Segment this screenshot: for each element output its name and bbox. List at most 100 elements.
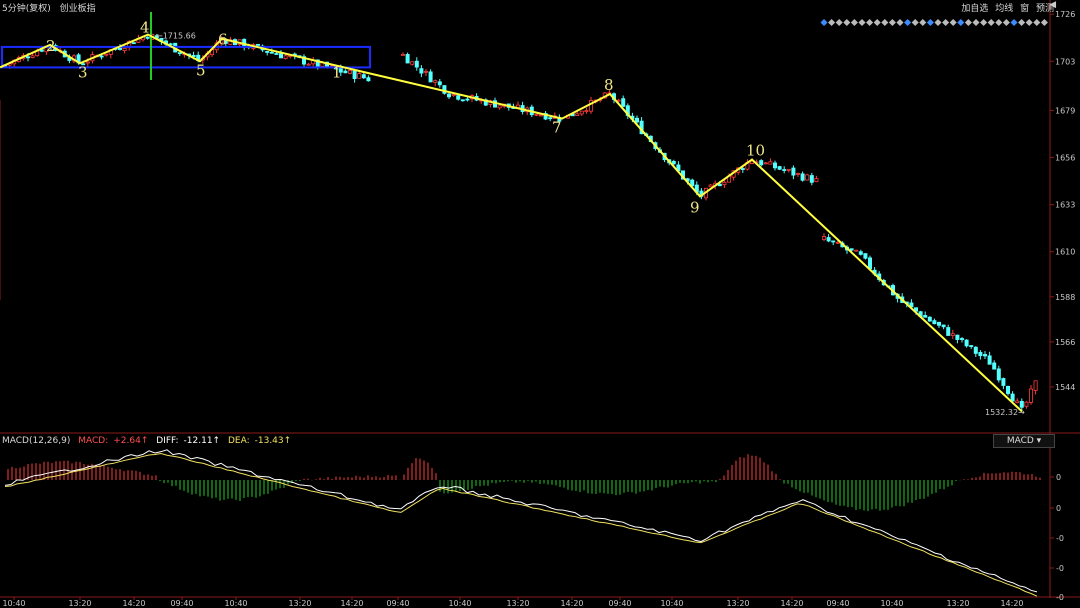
candle-body: [539, 114, 544, 117]
candle-body: [773, 162, 778, 169]
price-tick-label: 1566: [1055, 338, 1075, 347]
wave-label: 1: [332, 63, 342, 81]
moving-average-button[interactable]: 均线: [995, 4, 1013, 14]
dea-label: DEA:: [227, 436, 250, 446]
candlestick-chart[interactable]: 17261703167916561633161015881566154400-0…: [0, 0, 1080, 608]
time-label-extra: 10:40: [880, 599, 903, 608]
wave-label: 10: [746, 142, 765, 160]
candle-body: [932, 320, 937, 325]
candle-body: [30, 55, 35, 59]
time-label: 13:20: [726, 599, 749, 608]
collapse-icon[interactable]: ◀: [1049, 0, 1056, 10]
candle-body: [584, 110, 589, 112]
diamond-marker: [1033, 18, 1041, 27]
dea-value: -13.43↑: [254, 436, 292, 446]
diamond-marker: [896, 18, 904, 27]
time-label: 10:40: [660, 599, 683, 608]
candle-body: [955, 334, 960, 340]
candle-body: [177, 52, 182, 55]
candle-body: [782, 169, 787, 171]
diamond-marker: [820, 18, 828, 27]
diamond-marker: [957, 18, 965, 27]
candle-body: [118, 47, 123, 50]
candle-body: [428, 71, 433, 83]
time-label-extra: 14:20: [1000, 599, 1023, 608]
candle-body: [791, 167, 796, 176]
macd-header: MACD(12,26,9) MACD: +2.64↑ DIFF: -12.11↑ D…: [2, 436, 296, 446]
candle-body: [99, 55, 104, 58]
candle-body: [400, 54, 405, 56]
candle-body: [740, 168, 745, 170]
candle-body: [1033, 380, 1038, 391]
wave-label: 2: [46, 37, 56, 55]
wave-line: [0, 33, 1023, 413]
candle-body: [805, 174, 810, 181]
candle-body: [575, 113, 580, 116]
candle-body: [777, 166, 782, 170]
diamond-marker: [904, 18, 912, 27]
time-label: 14:20: [780, 599, 803, 608]
diamond-markers: [820, 18, 1048, 27]
candle-group: [3, 33, 1038, 412]
diamond-marker: [866, 18, 874, 27]
candle-body: [946, 327, 951, 336]
candle-body: [800, 173, 805, 181]
macd-tick-label: -0: [1056, 534, 1064, 543]
candle-body: [131, 42, 136, 45]
candle-body: [763, 162, 768, 165]
candle-body: [1001, 378, 1006, 386]
candle-body: [405, 54, 410, 64]
price-tick-label: 1679: [1055, 106, 1075, 115]
candle-body: [616, 99, 621, 102]
candle-body: [621, 98, 626, 107]
time-label-extra: 09:40: [826, 599, 849, 608]
candle-body: [950, 333, 955, 336]
candle-body: [456, 95, 461, 100]
add-watch-button[interactable]: 加自选: [961, 4, 988, 14]
diff-label: DIFF:: [156, 436, 179, 446]
price-tick-label: 1703: [1055, 57, 1075, 66]
candle-body: [283, 55, 288, 59]
diamond-marker: [1002, 18, 1010, 27]
candle-body: [635, 117, 640, 123]
candle-body: [978, 352, 983, 357]
candle-body: [822, 236, 827, 240]
candle-body: [1029, 388, 1034, 403]
wave-label: 5: [196, 61, 206, 79]
diamond-marker: [995, 18, 1003, 27]
price-tick-label: 1633: [1055, 201, 1075, 210]
macd-tick-label: -0: [1056, 564, 1064, 573]
diamond-marker: [828, 18, 836, 27]
candle-body: [278, 53, 283, 59]
macd-tick-label: 0: [1056, 473, 1061, 482]
candle-body: [759, 160, 764, 166]
macd-label: MACD:: [78, 436, 109, 446]
window-button[interactable]: 窗: [1020, 4, 1029, 14]
candle-body: [419, 68, 424, 74]
time-label: 09:40: [386, 599, 409, 608]
wave-label: 4: [140, 19, 150, 37]
diamond-marker: [911, 18, 919, 27]
time-label: 14:20: [560, 599, 583, 608]
candle-body: [973, 346, 978, 354]
indicator-select[interactable]: MACD ▾: [993, 434, 1055, 448]
candle-body: [366, 77, 371, 82]
candle-body: [357, 73, 362, 79]
candle-body: [451, 94, 456, 96]
diamond-marker: [919, 18, 927, 27]
candle-body: [809, 175, 814, 183]
time-label: 09:40: [170, 599, 193, 608]
wave-label: 7: [552, 119, 562, 137]
wave-label: 3: [78, 63, 88, 81]
low-annotation: 1532.32→: [985, 408, 1025, 417]
index-name: 创业板指: [59, 4, 96, 14]
diamond-marker: [858, 18, 866, 27]
candle-body: [717, 183, 722, 187]
candle-body: [534, 113, 539, 116]
wave-label: 8: [604, 76, 614, 94]
candle-body: [465, 98, 470, 101]
candle-body: [708, 184, 713, 188]
diamond-marker: [987, 18, 995, 27]
wave-label: 6: [218, 31, 228, 49]
candle-body: [671, 161, 676, 165]
